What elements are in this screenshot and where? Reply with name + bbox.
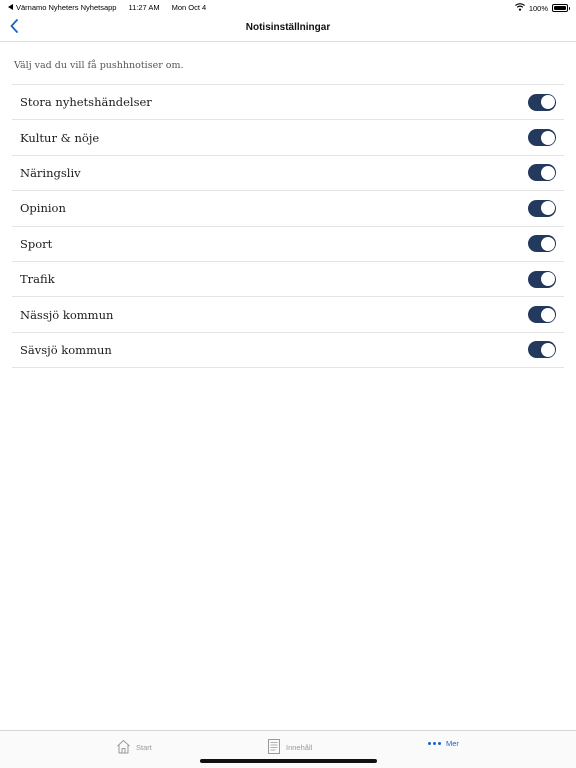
back-triangle-icon (8, 3, 13, 12)
setting-toggle[interactable] (528, 164, 556, 182)
toggle-knob (540, 95, 555, 110)
setting-toggle[interactable] (528, 199, 556, 217)
toggle-knob (540, 272, 555, 287)
toggle-knob (540, 236, 555, 251)
tab-mer[interactable]: Mer (428, 739, 459, 748)
setting-toggle[interactable] (528, 93, 556, 111)
setting-toggle[interactable] (528, 129, 556, 147)
toggle-knob (540, 201, 555, 216)
setting-row: Stora nyhetshändelser (12, 85, 564, 121)
setting-label: Trafik (20, 272, 55, 287)
page-title: Notisinställningar (245, 22, 331, 33)
toggle-knob (540, 307, 555, 322)
setting-label: Nässjö kommun (20, 307, 114, 322)
status-bar: Värnamo Nyheters Nyhetsapp 11:27 AM Mon … (0, 0, 576, 14)
setting-row: Trafik (12, 262, 564, 298)
tab-start-label: Start (136, 743, 152, 752)
notification-settings-list: Stora nyhetshändelser Kultur & nöje Näring… (12, 84, 564, 369)
setting-label: Kultur & nöje (20, 130, 100, 145)
status-date: Mon Oct 4 (171, 3, 207, 12)
setting-toggle[interactable] (528, 306, 556, 324)
toggle-knob (540, 130, 555, 145)
setting-label: Sävsjö kommun (20, 342, 112, 357)
tab-innehall-label: Innehåll (286, 743, 313, 752)
more-dots-icon (428, 742, 441, 745)
setting-label: Opinion (20, 201, 66, 216)
setting-row: Sävsjö kommun (12, 333, 564, 369)
setting-row: Kultur & nöje (12, 120, 564, 156)
setting-toggle[interactable] (528, 341, 556, 359)
back-to-app-link[interactable]: Värnamo Nyheters Nyhetsapp (8, 3, 116, 12)
toggle-knob (540, 165, 555, 180)
newspaper-icon (267, 739, 281, 756)
back-app-label: Värnamo Nyheters Nyhetsapp (16, 3, 117, 12)
setting-row: Nässjö kommun (12, 297, 564, 333)
setting-label: Sport (20, 236, 53, 251)
status-time: 11:27 AM (128, 3, 160, 12)
tab-mer-label: Mer (446, 739, 459, 748)
navigation-bar: Notisinställningar (0, 14, 576, 42)
home-indicator (200, 759, 377, 763)
setting-row: Näringsliv (12, 156, 564, 192)
battery-percent: 100% (528, 3, 548, 13)
toggle-knob (540, 342, 555, 357)
tab-innehall[interactable]: Innehåll (267, 739, 312, 756)
tab-start[interactable]: Start (116, 739, 152, 756)
setting-label: Näringsliv (20, 165, 81, 180)
intro-text: Välj vad du vill få pushhnotiser om. (14, 60, 184, 71)
setting-row: Opinion (12, 191, 564, 227)
setting-label: Stora nyhetshändelser (20, 95, 152, 110)
setting-row: Sport (12, 227, 564, 262)
wifi-icon (514, 3, 525, 13)
setting-toggle[interactable] (528, 235, 556, 253)
battery-icon (552, 4, 570, 12)
setting-toggle[interactable] (528, 270, 556, 288)
home-icon (116, 739, 131, 756)
